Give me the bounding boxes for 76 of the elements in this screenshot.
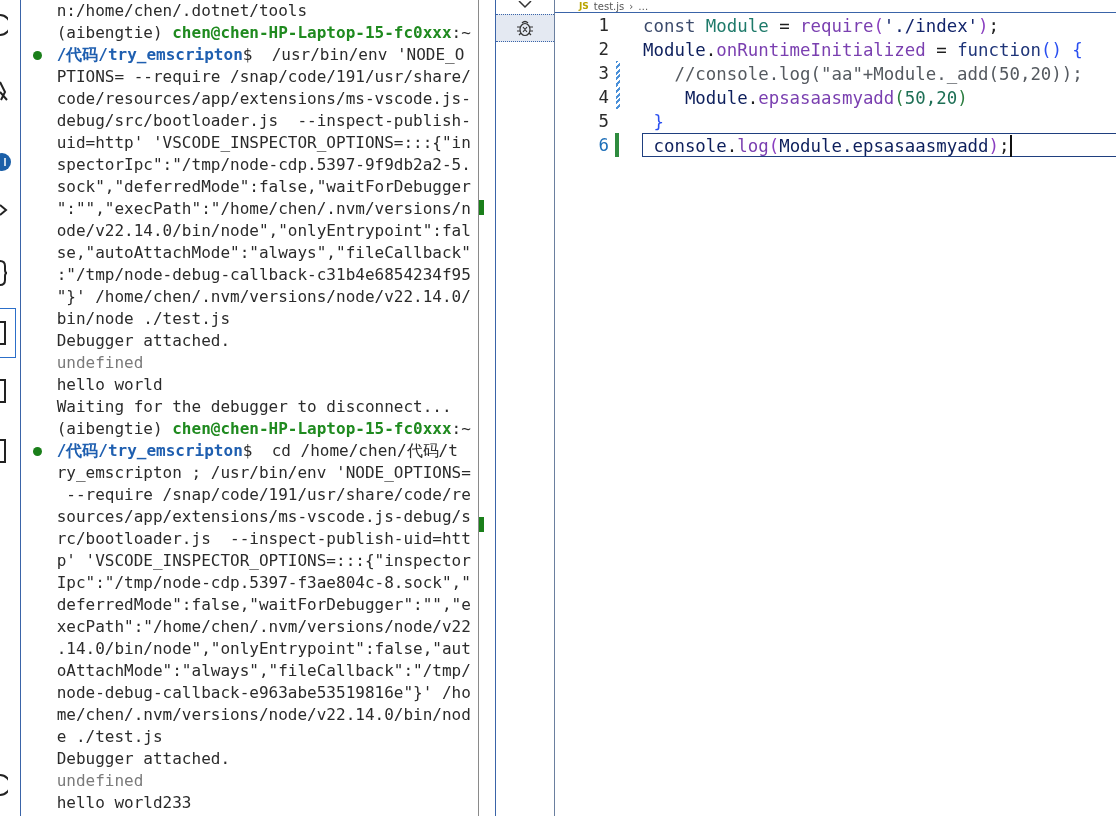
side-item[interactable] bbox=[496, 14, 554, 42]
terminal-text: --require /snap/code/191/usr/share/code/re bbox=[65, 485, 471, 504]
terminal-text: ry_emscripton ; /usr/bin/env 'NODE_OPTIONS= bbox=[56, 463, 471, 482]
terminal-text: p' 'VSCODE_INSPECTOR_OPTIONS=:::{"inspector bbox=[56, 551, 471, 570]
code-text: console.log(Module.epsasaasmyadd); bbox=[652, 135, 1010, 156]
change-marker[interactable] bbox=[615, 133, 619, 157]
terminal-text: :~ bbox=[451, 23, 471, 42]
terminal-text: sources/app/extensions/ms-vscode.js-debug/s bbox=[56, 507, 471, 526]
line-number: 5 bbox=[597, 110, 609, 133]
line-number: 3 bbox=[597, 62, 609, 85]
change-marker[interactable] bbox=[616, 85, 620, 109]
code-text: } bbox=[652, 111, 664, 132]
terminal-text: chen@chen-HP-Laptop-15-fc0xxx bbox=[172, 23, 452, 42]
terminal-text: Debugger attached. bbox=[56, 331, 231, 350]
terminal-text: .14.0/bin/node","onlyEntrypoint":false,"aut bbox=[56, 639, 471, 658]
terminal-text: code/resources/app/extensions/ms-vscode.js- bbox=[56, 89, 471, 108]
terminal-text: $ /usr/bin/env 'NODE_O bbox=[242, 45, 465, 64]
bug-icon bbox=[515, 18, 535, 38]
terminal-text: (aibengtie) bbox=[56, 23, 164, 42]
terminal-text: e ./test.js bbox=[56, 727, 163, 746]
breadcrumb-file[interactable]: test.js bbox=[593, 0, 625, 12]
line-number: 4 bbox=[597, 86, 609, 109]
terminal-text: Ipc":"/tmp/node-cdp.5397-f3ae804c-8.sock"," bbox=[56, 573, 471, 592]
terminal-text: :"/tmp/node-debug-callback-c31b4e6854234f95 bbox=[56, 265, 471, 284]
terminal-text: node-debug-callback-e963abe53519816e"}' /ho bbox=[56, 683, 471, 702]
terminal-text: spectorIpc":"/tmp/node-cdp.5397-9f9db2a2-5. bbox=[56, 155, 471, 174]
terminal-text: /代码/try_emscripton bbox=[56, 45, 243, 64]
terminal-text: Waiting for the debugger to disconnect... bbox=[56, 397, 452, 416]
terminal-text: rc/bootloader.js --inspect-publish-uid=htt bbox=[56, 529, 471, 548]
scroll-marker bbox=[479, 517, 484, 532]
terminal-text: xecPath":"/home/chen/.nvm/versions/node/v22 bbox=[56, 617, 471, 636]
breadcrumb-more[interactable]: … bbox=[638, 0, 649, 12]
terminal-text: (aibengtie) bbox=[56, 419, 164, 438]
panel-icon bbox=[0, 320, 8, 346]
panel-icon[interactable] bbox=[0, 378, 8, 404]
code-text: Module.onRuntimeInitialized = function() { bbox=[643, 39, 1083, 60]
change-marker[interactable] bbox=[616, 61, 620, 85]
chevron-icon[interactable] bbox=[0, 203, 8, 217]
command-success-dot[interactable] bbox=[33, 447, 42, 456]
terminal-text: hello world233 bbox=[56, 793, 192, 812]
terminal-text: undefined bbox=[56, 353, 144, 372]
terminal-text: hello world bbox=[56, 375, 163, 394]
terminal-text: se,"autoAttachMode":"always","fileCallback" bbox=[56, 243, 471, 262]
terminal-text: chen@chen-HP-Laptop-15-fc0xxx bbox=[172, 419, 452, 438]
scroll-marker bbox=[479, 200, 484, 215]
line-number: 1 bbox=[597, 14, 609, 37]
terminal-text: :~ bbox=[451, 419, 471, 438]
terminal-text: bin/node ./test.js bbox=[56, 309, 231, 328]
line-number: 6 bbox=[597, 134, 609, 157]
terminal-text: Debugger attached. bbox=[56, 749, 231, 768]
panel-icon[interactable] bbox=[0, 438, 8, 464]
terminal-text: deferredMode":false,"waitForDebugger":"","e bbox=[56, 595, 471, 614]
terminal-text: sock","deferredMode":false,"waitForDebugger bbox=[56, 177, 471, 196]
chevron-icon bbox=[518, 1, 532, 9]
code-text: //console.log("aa"+Module._add(50,20)); bbox=[673, 63, 1083, 84]
terminal-text: /代码/try_emscripton bbox=[56, 441, 243, 460]
js-file-icon: JS bbox=[579, 1, 589, 11]
terminal-text: PTIONS= --require /snap/code/191/usr/share/ bbox=[56, 67, 471, 86]
terminal-text: uid=http' 'VSCODE_INSPECTOR_OPTIONS=:::{"in bbox=[56, 133, 471, 152]
terminal-text: $ cd /home/chen/代码/t bbox=[242, 441, 458, 460]
brace-icon[interactable] bbox=[0, 260, 8, 286]
terminal-text: ":"","execPath":"/home/chen/.nvm/versions/n bbox=[56, 199, 471, 218]
terminal-text: undefined bbox=[56, 771, 144, 790]
active-tab-indicator[interactable] bbox=[0, 308, 16, 358]
code-text: Module.epsasaasmyadd(50,20) bbox=[683, 87, 968, 108]
breadcrumb-separator: › bbox=[629, 0, 634, 12]
terminal-text: "}' /home/chen/.nvm/versions/node/v22.14.0/ bbox=[56, 287, 471, 306]
text-cursor bbox=[1009, 135, 1012, 157]
line-number: 2 bbox=[597, 38, 609, 61]
terminal-text: debug/src/bootloader.js --inspect-publish- bbox=[56, 111, 471, 130]
terminal-text: oAttachMode":"always","fileCallback":"/tmp/ bbox=[56, 661, 471, 680]
terminal-text: me/chen/.nvm/versions/node/v22.14.0/bin/nod bbox=[56, 705, 471, 724]
command-success-dot[interactable] bbox=[33, 51, 42, 60]
terminal-text: ode/v22.14.0/bin/node","onlyEntrypoint":fal bbox=[56, 221, 471, 240]
terminal-text: n:/home/chen/.dotnet/tools bbox=[56, 1, 308, 20]
code-text: const Module = require('./index'); bbox=[643, 15, 1000, 36]
